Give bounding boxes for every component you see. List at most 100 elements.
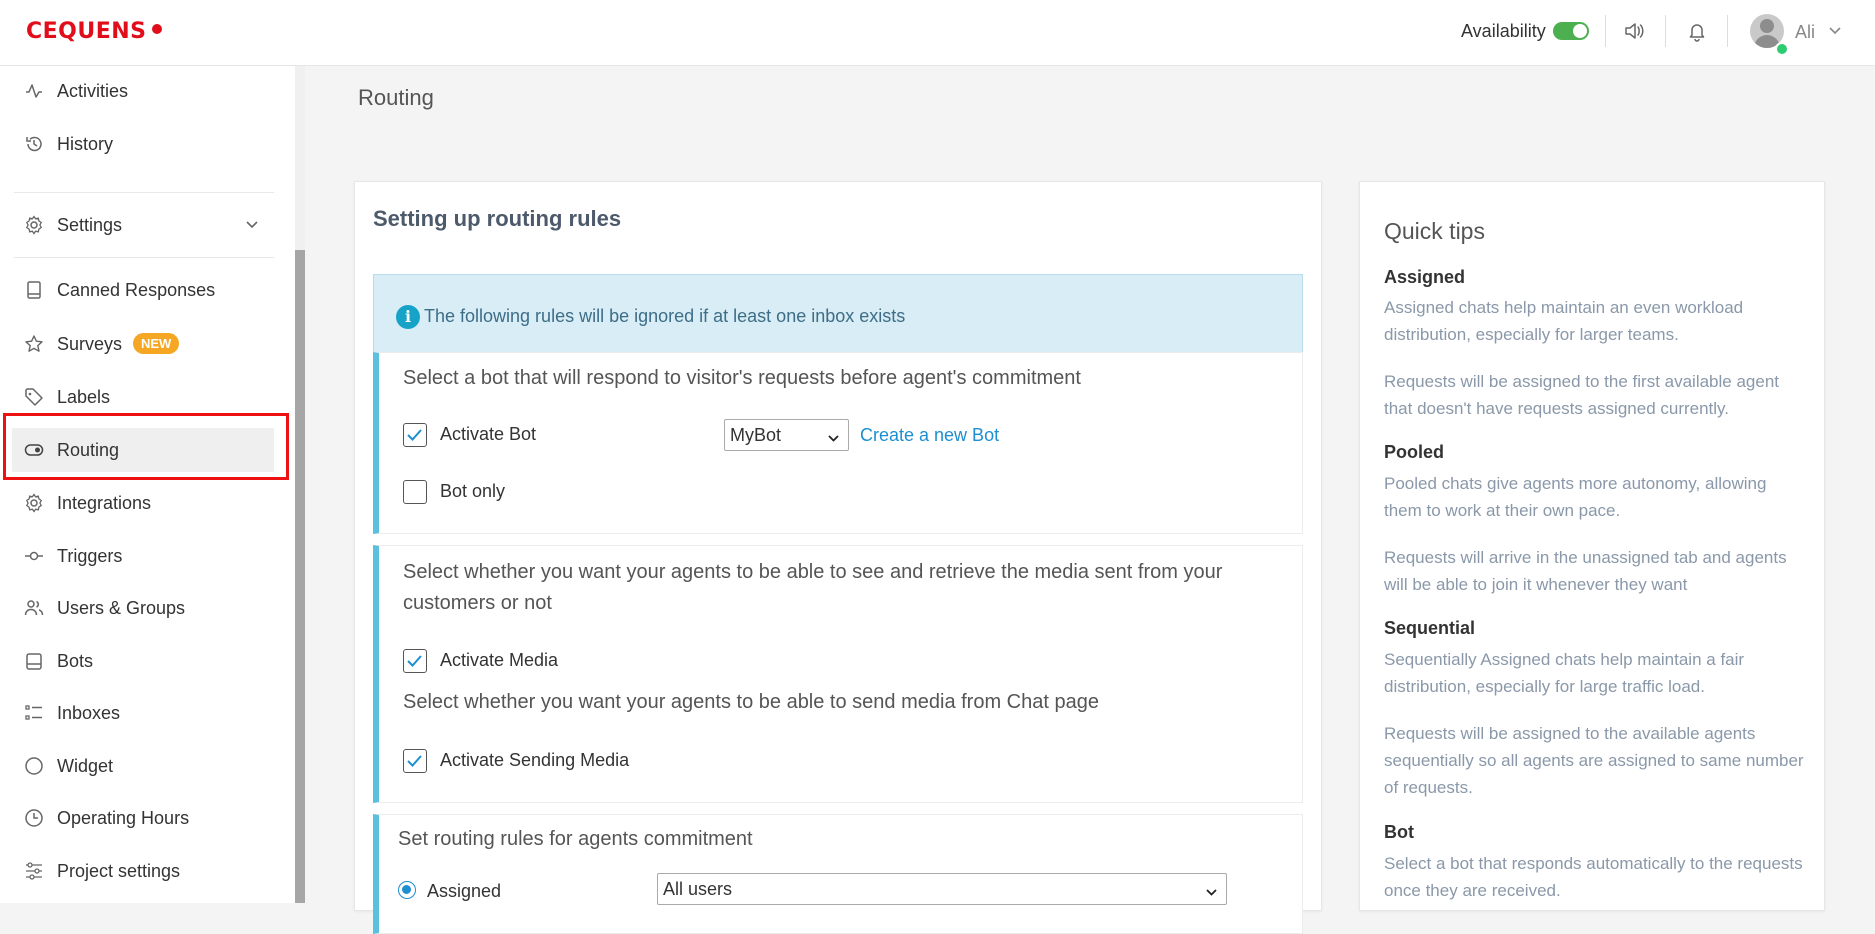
tip-text: Requests will be assigned to the first a… (1384, 372, 1780, 418)
bot-only-checkbox[interactable] (403, 480, 427, 504)
logo[interactable]: CEQUENS (26, 19, 147, 44)
chevron-down-icon[interactable] (244, 217, 260, 238)
chevron-down-icon[interactable] (1828, 24, 1842, 43)
bot-icon (24, 651, 44, 671)
divider (1665, 15, 1666, 47)
tip-text: Requests will be assigned to the availab… (1384, 724, 1804, 797)
assigned-label: Assigned (427, 881, 502, 901)
divider (1605, 15, 1606, 47)
activate-media-label: Activate Media (440, 650, 559, 670)
sidebar-item-label: Inboxes (57, 703, 121, 723)
tip-heading-bot: Bot (1384, 822, 1414, 842)
routing-rules-card: Setting up routing rules i The following… (354, 181, 1322, 934)
tag-icon (24, 387, 44, 407)
tip-heading-pooled: Pooled (1384, 442, 1445, 462)
sidebar-item-triggers[interactable]: Triggers (12, 534, 274, 578)
sidebar-item-label: Canned Responses (57, 280, 216, 300)
top-bar: CEQUENS Availability Ali (0, 0, 1875, 66)
divider (14, 257, 274, 258)
sidebar-item-integrations[interactable]: Integrations (12, 481, 274, 525)
bot-only-label: Bot only (440, 481, 506, 501)
availability-label: Availability (1461, 21, 1546, 41)
sidebar-item-inboxes[interactable]: Inboxes (12, 691, 274, 735)
sliders-icon (24, 861, 44, 881)
commitment-section: Set routing rules for agents commitment … (373, 814, 1303, 934)
bell-icon[interactable] (1684, 18, 1710, 44)
gear-icon (24, 493, 44, 513)
sidebar-item-operating-hours[interactable]: Operating Hours (12, 796, 274, 840)
divider (14, 192, 274, 193)
online-status-dot (1775, 42, 1789, 56)
tip-text: Sequentially Assigned chats help maintai… (1384, 650, 1745, 696)
send-media-text: Select whether you want your agents to b… (403, 691, 1099, 713)
sidebar-item-activities[interactable]: Activities (12, 69, 274, 113)
info-alert: i The following rules will be ignored if… (373, 274, 1303, 356)
sidebar: Activities History Settings Canned Respo… (0, 66, 295, 903)
sidebar-item-settings[interactable]: Settings (12, 203, 274, 247)
sidebar-item-label: History (57, 134, 114, 154)
activate-bot-checkbox[interactable] (403, 423, 427, 447)
sidebar-item-label: Integrations (57, 493, 152, 513)
page-title: Routing (358, 85, 434, 110)
sidebar-item-label: Settings (57, 215, 123, 235)
bot-select-value: MyBot (730, 425, 782, 445)
users-icon (24, 598, 44, 618)
bot-section: Select a bot that will respond to visito… (373, 352, 1303, 534)
activity-icon (24, 81, 44, 101)
sidebar-item-label: Triggers (57, 546, 123, 566)
users-select[interactable]: All users (657, 873, 1227, 905)
sidebar-item-widget[interactable]: Widget (12, 744, 274, 788)
activate-sending-media-checkbox[interactable] (403, 749, 427, 773)
tip-heading-sequential: Sequential (1384, 618, 1476, 638)
clock-icon (24, 808, 44, 828)
speaker-icon[interactable] (1621, 18, 1647, 44)
highlight-box (3, 413, 289, 480)
tip-text: Requests will arrive in the unassigned t… (1384, 548, 1787, 594)
sidebar-item-label: Activities (57, 81, 129, 101)
tip-text: Pooled chats give agents more autonomy, … (1384, 474, 1767, 520)
media-section-text: Select whether you want your agents to b… (403, 561, 1223, 614)
tips-title: Quick tips (1384, 218, 1485, 244)
card-title: Setting up routing rules (373, 206, 622, 231)
list-icon (24, 703, 44, 723)
create-bot-link[interactable]: Create a new Bot (860, 425, 999, 446)
media-section: Select whether you want your agents to b… (373, 545, 1303, 803)
sidebar-item-label: Users & Groups (57, 598, 186, 618)
user-name[interactable]: Ali (1795, 22, 1815, 43)
commitment-section-text: Set routing rules for agents commitment (398, 828, 753, 850)
sidebar-item-surveys[interactable]: Surveys NEW (12, 322, 274, 366)
activate-bot-label: Activate Bot (440, 424, 537, 444)
sidebar-item-label: Labels (57, 387, 111, 407)
toggle-knob (1573, 24, 1587, 38)
bot-select[interactable]: MyBot (724, 419, 849, 451)
scrollbar-thumb[interactable] (295, 250, 305, 903)
chevron-down-icon (1205, 883, 1218, 904)
tip-heading-assigned: Assigned (1384, 267, 1466, 287)
sidebar-item-project-settings[interactable]: Project settings (12, 849, 274, 893)
sidebar-item-users-groups[interactable]: Users & Groups (12, 586, 274, 630)
sidebar-item-label: Operating Hours (57, 808, 190, 828)
bot-section-text: Select a bot that will respond to visito… (403, 367, 1081, 389)
new-badge: NEW (133, 333, 180, 354)
chevron-down-icon (827, 429, 840, 450)
book-icon (24, 280, 44, 300)
sidebar-item-label: Project settings (57, 861, 181, 881)
sidebar-item-bots[interactable]: Bots (12, 639, 274, 683)
logo-dot (152, 24, 162, 34)
divider (1727, 15, 1728, 47)
availability-toggle[interactable] (1553, 22, 1589, 40)
sidebar-scrollbar[interactable] (295, 66, 305, 903)
sidebar-item-canned-responses[interactable]: Canned Responses (12, 268, 274, 312)
sidebar-item-label: Bots (57, 651, 94, 671)
star-icon (24, 334, 44, 354)
info-icon: i (396, 305, 420, 329)
activate-media-checkbox[interactable] (403, 649, 427, 673)
info-text: The following rules will be ignored if a… (424, 306, 906, 326)
quick-tips-card: Quick tips Assigned Assigned chats help … (1359, 181, 1825, 911)
gear-icon (24, 215, 44, 235)
users-select-value: All users (663, 879, 733, 899)
circle-icon (24, 756, 44, 776)
assigned-radio[interactable] (398, 881, 416, 899)
sidebar-item-history[interactable]: History (12, 122, 274, 166)
sidebar-item-label: Widget (57, 756, 114, 776)
